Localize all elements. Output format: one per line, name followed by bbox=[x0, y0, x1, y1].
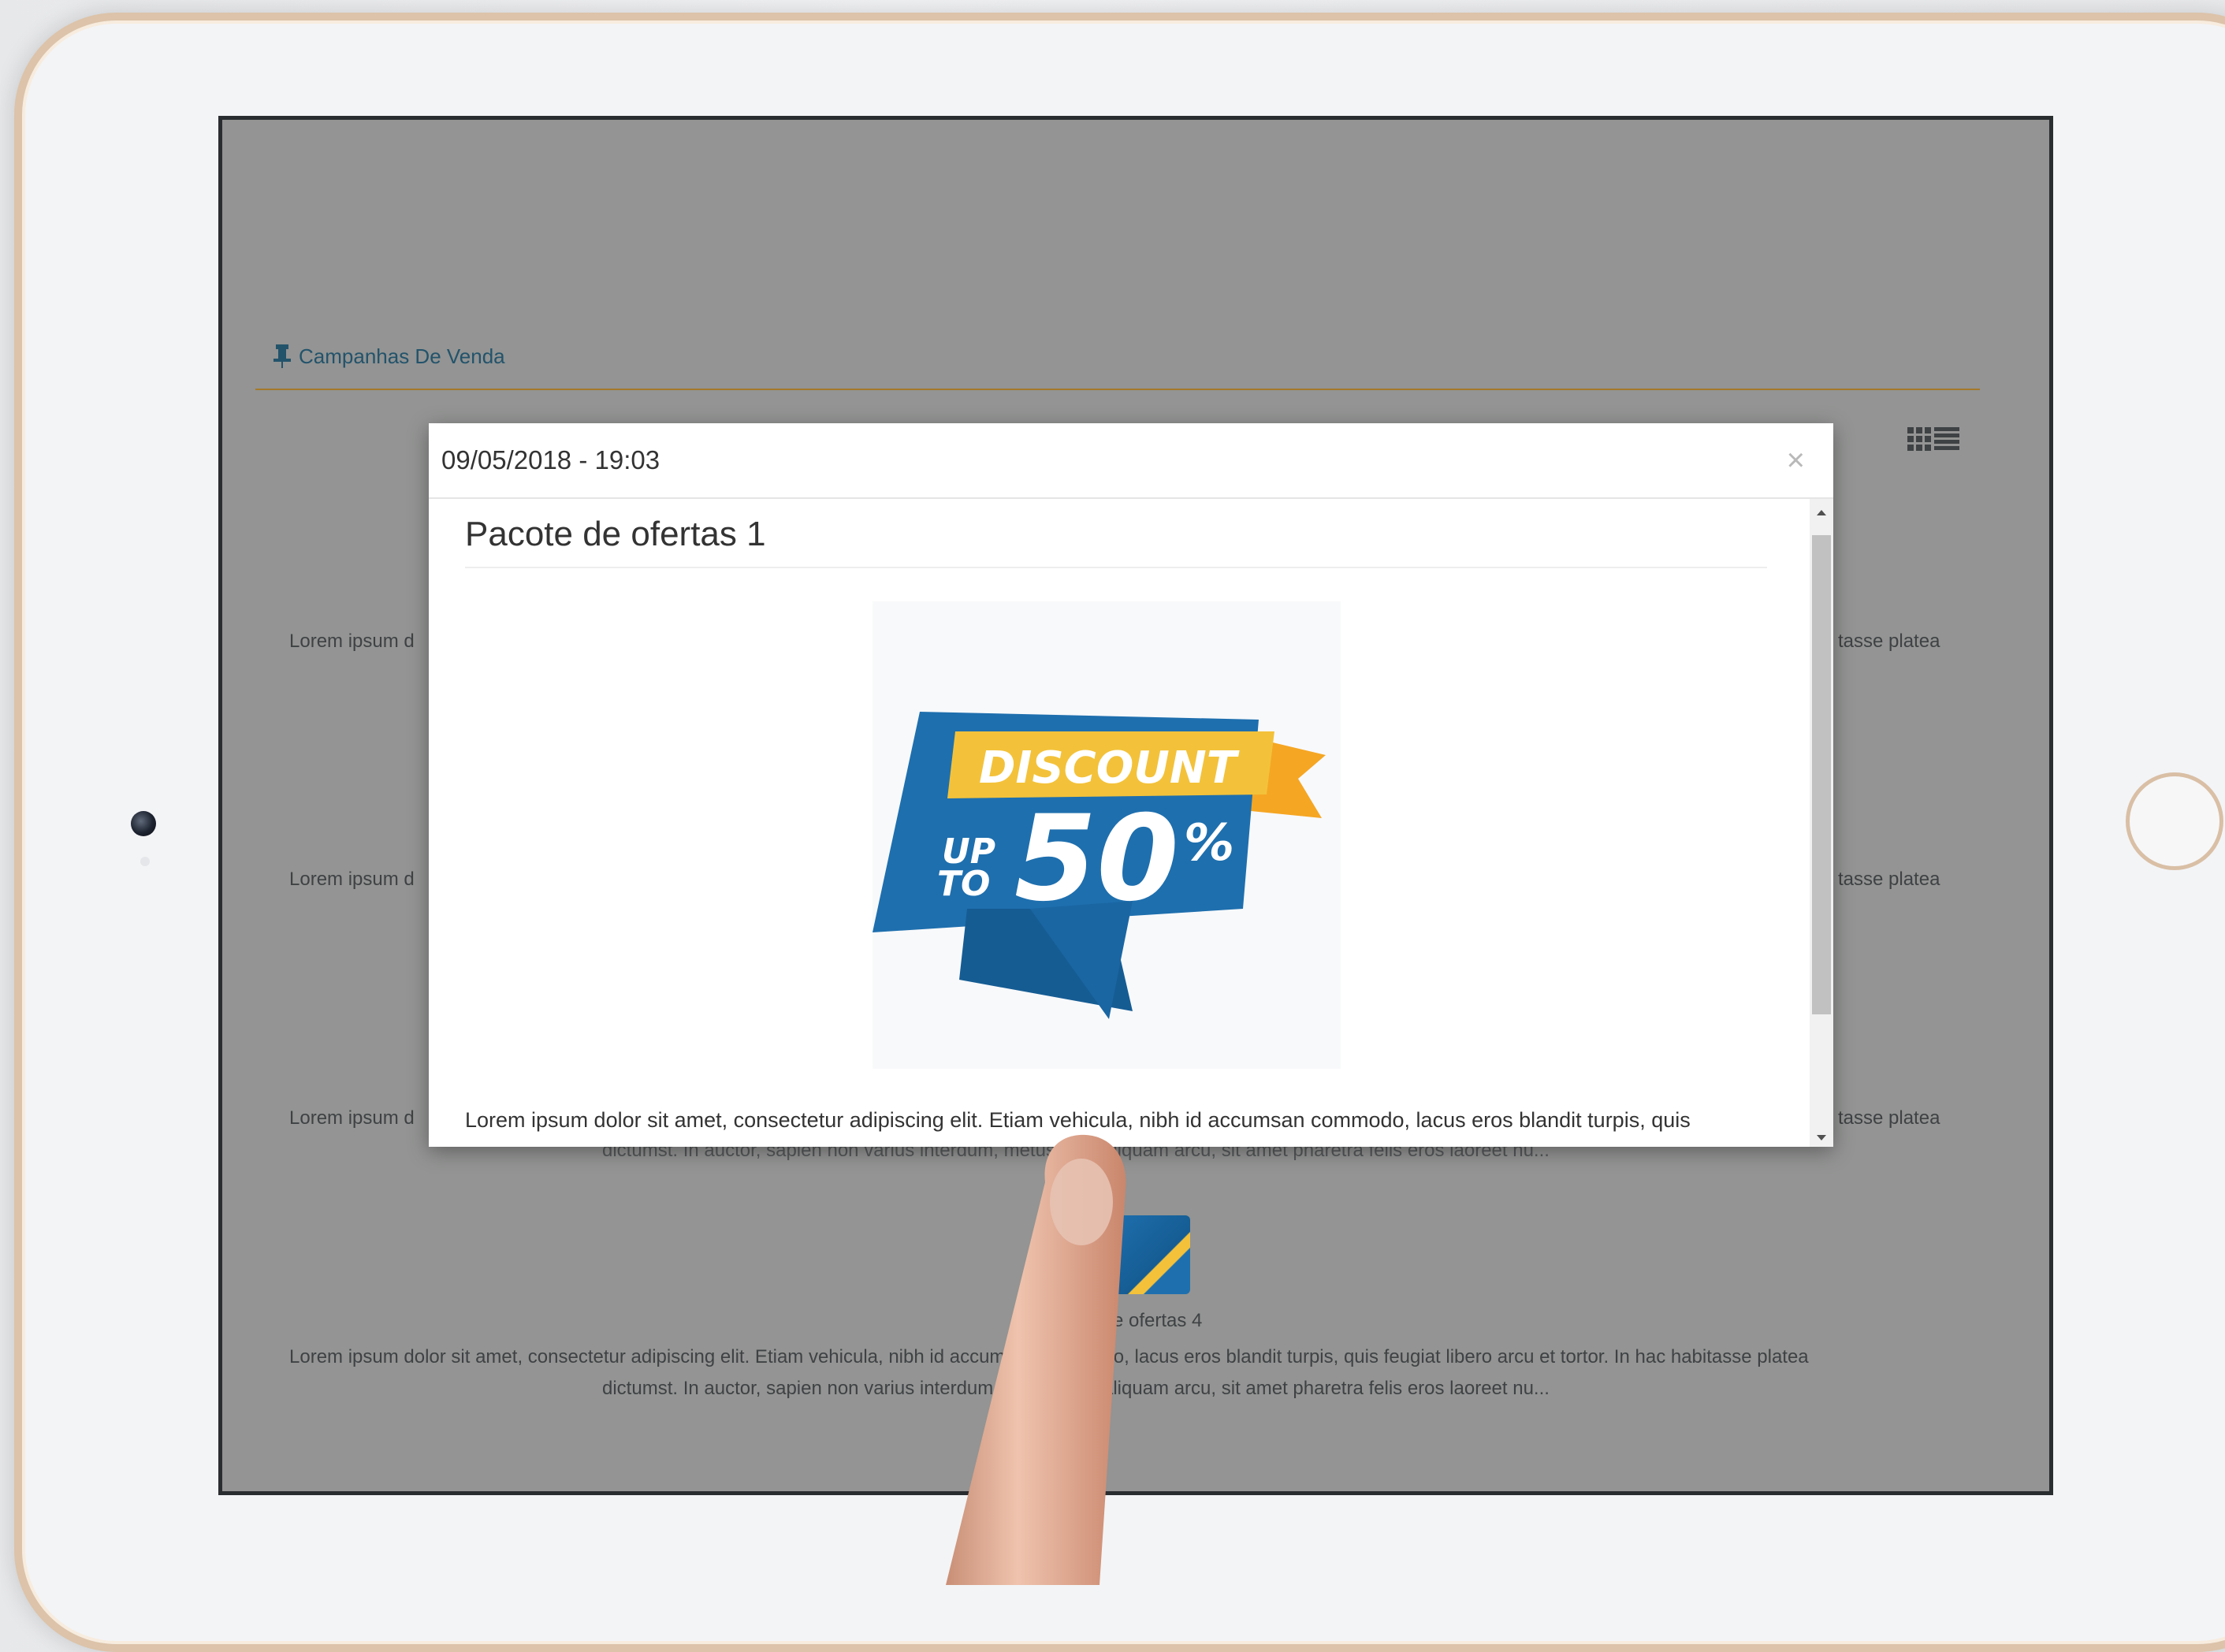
scroll-up-icon[interactable] bbox=[1817, 510, 1826, 515]
list-item-text: Lorem ipsum d bbox=[289, 1107, 415, 1129]
discount-banner-icon: DISCOUNT UP TO 50 % bbox=[873, 712, 1326, 1019]
offer-caption: e ofertas 4 bbox=[1113, 1310, 1203, 1331]
list-view-icon[interactable] bbox=[1934, 427, 1959, 451]
list-item-text: Lorem ipsum d bbox=[289, 631, 415, 652]
list-item-text: tasse platea bbox=[1838, 631, 1940, 652]
grid-view-icon[interactable] bbox=[1907, 427, 1931, 451]
section-header: Campanhas De Venda bbox=[273, 340, 505, 372]
pin-icon bbox=[273, 344, 291, 368]
section-title[interactable]: Campanhas De Venda bbox=[299, 344, 505, 369]
percent-sign: % bbox=[1184, 814, 1234, 873]
discount-amount: 50 bbox=[1014, 791, 1179, 928]
modal-date: 09/05/2018 - 19:03 bbox=[441, 445, 660, 474]
scroll-thumb[interactable] bbox=[1812, 535, 1831, 1014]
list-item-text: dictumst. In auctor, sapien non varius i… bbox=[602, 1378, 1550, 1399]
offer-thumbnail[interactable] bbox=[1111, 1215, 1190, 1294]
close-icon[interactable]: × bbox=[1787, 445, 1805, 476]
offer-description: Lorem ipsum dolor sit amet, consectetur … bbox=[465, 1108, 1691, 1132]
modal-body: Pacote de ofertas 1 DISCOUNT UP TO 50 % … bbox=[429, 499, 1810, 1147]
camera-icon bbox=[131, 811, 156, 836]
discount-banner-image: DISCOUNT UP TO 50 % bbox=[873, 601, 1341, 1069]
list-item-text: Lorem ipsum dolor sit amet, consectetur … bbox=[289, 1346, 1809, 1367]
list-item-text: tasse platea bbox=[1838, 869, 1940, 890]
offer-title: Pacote de ofertas 1 bbox=[465, 515, 766, 553]
offer-modal: 09/05/2018 - 19:03 × Pacote de ofertas 1… bbox=[429, 423, 1833, 1147]
to-word: TO bbox=[937, 864, 990, 904]
list-item-text: Lorem ipsum d bbox=[289, 869, 415, 890]
sensor-icon bbox=[140, 857, 150, 866]
home-button[interactable] bbox=[2126, 772, 2223, 870]
scroll-down-icon[interactable] bbox=[1817, 1135, 1826, 1140]
section-divider bbox=[255, 389, 1980, 390]
view-toggle bbox=[1907, 427, 1959, 451]
modal-header: 09/05/2018 - 19:03 × bbox=[429, 423, 1833, 499]
modal-scrollbar[interactable] bbox=[1810, 499, 1833, 1147]
discount-word: DISCOUNT bbox=[979, 742, 1240, 794]
list-item-text: tasse platea bbox=[1838, 1107, 1940, 1129]
title-divider bbox=[465, 567, 1767, 568]
